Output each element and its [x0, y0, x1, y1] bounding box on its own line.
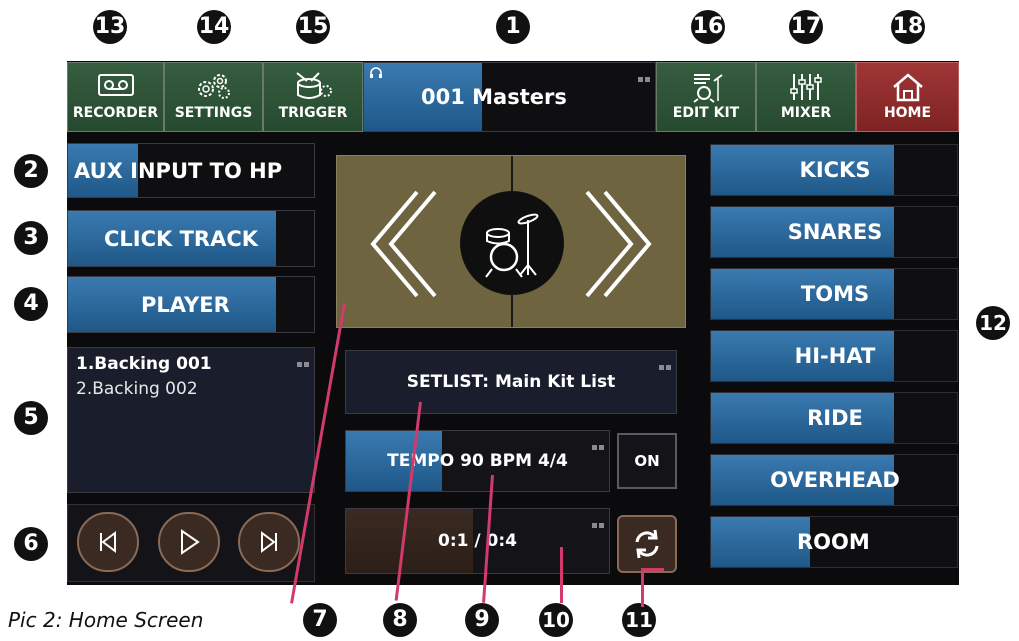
category-label: HI-HAT [794, 344, 876, 368]
mixer-button[interactable]: MIXER [756, 62, 856, 132]
edit-kit-label: EDIT KIT [672, 105, 740, 121]
settings-label: SETTINGS [174, 105, 253, 121]
aux-input-button[interactable]: AUX INPUT TO HP [67, 143, 315, 198]
drum-kit-icon [460, 191, 564, 295]
callout-10: 10 [539, 603, 573, 637]
kit-navigator[interactable] [336, 155, 686, 328]
category-snares-button[interactable]: SNARES [710, 206, 958, 258]
callout-3: 3 [14, 221, 48, 255]
prev-track-button[interactable] [77, 512, 139, 572]
callout-17: 17 [789, 10, 823, 44]
edit-kit-icon [693, 74, 723, 103]
pointer-line-10 [560, 547, 563, 603]
category-label: TOMS [800, 282, 870, 306]
kit-name: 001 Masters [421, 85, 567, 109]
home-label: HOME [883, 105, 932, 121]
playlist-panel[interactable]: 1.Backing 001 2.Backing 002 [67, 347, 315, 493]
callout-1: 1 [496, 10, 530, 44]
callout-4: 4 [14, 287, 48, 321]
refresh-icon [635, 529, 659, 559]
callout-18: 18 [891, 10, 925, 44]
aux-input-label: AUX INPUT TO HP [74, 158, 283, 183]
callout-6: 6 [14, 527, 48, 561]
click-toggle-button[interactable]: ON [617, 433, 677, 489]
click-track-label: CLICK TRACK [104, 226, 259, 251]
mixer-label: MIXER [780, 105, 832, 121]
playlist-item[interactable]: 2.Backing 002 [76, 379, 198, 399]
playlist-item[interactable]: 1.Backing 001 [76, 354, 212, 374]
trigger-label: TRIGGER [278, 105, 348, 121]
tempo-button[interactable]: TEMPO 90 BPM 4/4 [345, 430, 610, 492]
callout-14: 14 [197, 10, 231, 44]
mixer-icon [790, 74, 822, 100]
tape-icon [97, 74, 134, 96]
settings-button[interactable]: SETTINGS [164, 62, 263, 132]
category-label: RIDE [807, 406, 863, 430]
player-label: PLAYER [141, 292, 230, 317]
trigger-button[interactable]: TRIGGER [263, 62, 363, 132]
category-toms-button[interactable]: TOMS [710, 268, 958, 320]
click-track-button[interactable]: CLICK TRACK [67, 210, 315, 267]
player-button[interactable]: PLAYER [67, 276, 315, 333]
next-track-icon [261, 531, 277, 553]
setlist-button[interactable]: SETLIST: Main Kit List [345, 350, 677, 414]
callout-12: 12 [976, 306, 1010, 340]
category-kicks-button[interactable]: KICKS [710, 144, 958, 196]
callout-11: 11 [622, 603, 656, 637]
category-room-button[interactable]: ROOM [710, 516, 958, 568]
category-label: KICKS [799, 158, 871, 182]
recorder-label: RECORDER [72, 105, 159, 121]
time-display: 0:1 / 0:4 [345, 508, 610, 574]
next-track-button[interactable] [238, 512, 300, 572]
callout-5: 5 [14, 401, 48, 435]
callout-15: 15 [296, 10, 330, 44]
callout-7: 7 [303, 603, 337, 637]
callout-13: 13 [93, 10, 127, 44]
play-icon [181, 529, 200, 555]
time-label: 0:1 / 0:4 [438, 531, 517, 551]
callout-9: 9 [465, 603, 499, 637]
prev-track-icon [100, 531, 116, 553]
prev-kit-chevron-icon[interactable] [359, 182, 449, 302]
gears-icon [197, 74, 230, 99]
category-label: SNARES [787, 220, 883, 244]
callout-16: 16 [691, 10, 725, 44]
callout-2: 2 [14, 154, 48, 188]
drum-trigger-icon [296, 72, 332, 99]
play-button[interactable] [158, 512, 220, 572]
category-hihat-button[interactable]: HI-HAT [710, 330, 958, 382]
click-toggle-label: ON [634, 452, 660, 470]
tempo-label: TEMPO 90 BPM 4/4 [387, 451, 568, 471]
category-ride-button[interactable]: RIDE [710, 392, 958, 444]
home-icon [892, 73, 923, 102]
pointer-line-11 [641, 568, 664, 607]
home-button[interactable]: HOME [856, 62, 959, 132]
recorder-button[interactable]: RECORDER [67, 62, 164, 132]
playlist-menu-dots [295, 352, 309, 367]
setlist-label: SETLIST: Main Kit List [406, 372, 616, 392]
kit-selector[interactable]: 001 Masters [363, 62, 656, 132]
edit-kit-button[interactable]: EDIT KIT [656, 62, 756, 132]
figure-caption: Pic 2: Home Screen [8, 608, 204, 632]
category-label: ROOM [797, 530, 870, 554]
callout-8: 8 [383, 603, 417, 637]
next-kit-chevron-icon[interactable] [573, 182, 663, 302]
category-overhead-button[interactable]: OVERHEAD [710, 454, 958, 506]
category-label: OVERHEAD [770, 468, 900, 492]
loop-button[interactable] [617, 515, 677, 573]
